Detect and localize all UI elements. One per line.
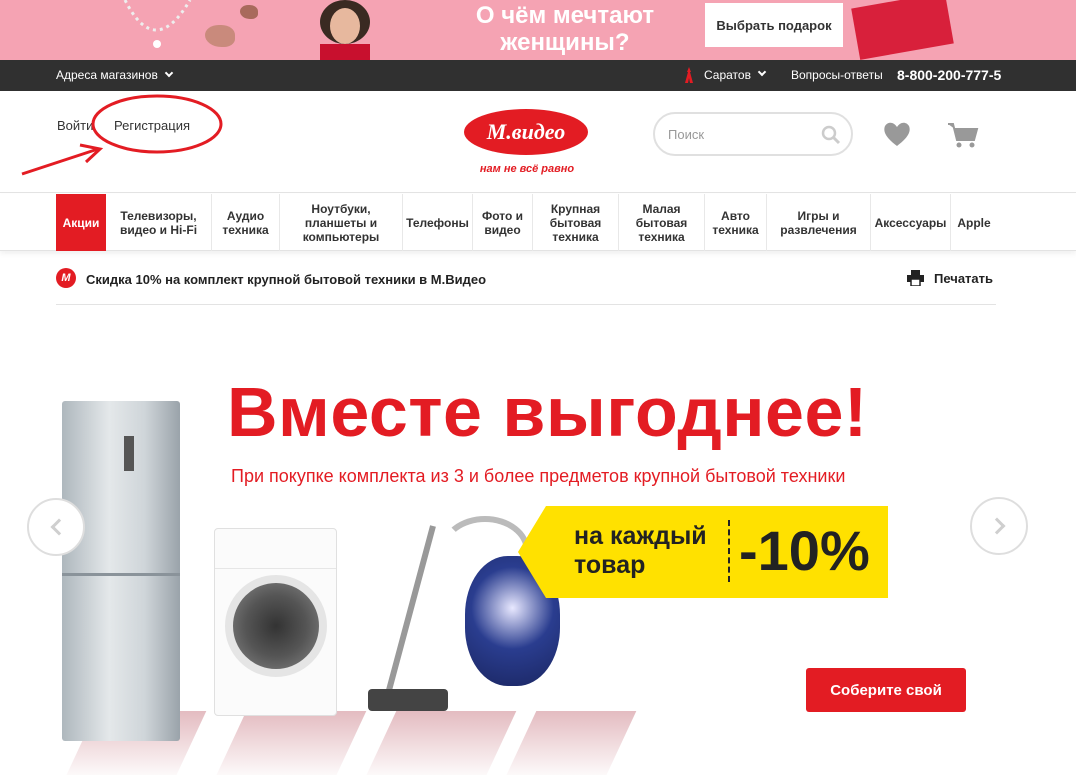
washer-door [225,575,327,677]
discount-tag-separator [728,520,730,582]
discount-tag-text: на каждый товар [574,522,707,579]
carousel-prev-button[interactable] [27,498,85,556]
category-nav: Акции Телевизоры, видео и Hi-Fi Аудио те… [0,194,1076,251]
vacuum-handle [386,525,436,691]
washing-machine-image [214,528,337,716]
nav-item-auto[interactable]: Авто техника [705,194,767,251]
light-beam-decoration [503,711,637,775]
logo-tagline: нам не всё равно [479,163,575,175]
discount-tag: на каждый товар -10% [518,506,888,598]
city-label: Саратов [704,68,751,82]
print-label: Печатать [934,270,993,286]
fridge-split [62,573,180,576]
hero-banner[interactable]: Вместе выгоднее! При покупке комплекта и… [0,306,1076,775]
red-annotation-overlay [21,94,223,176]
carousel-next-button[interactable] [970,497,1028,555]
fridge-display [124,436,134,471]
search-box[interactable] [653,112,853,156]
nav-item-small-appliances[interactable]: Малая бытовая техника [619,194,705,251]
nav-item-phones[interactable]: Телефоны [403,194,473,251]
nav-item-apple[interactable]: Apple [951,194,997,251]
nav-item-accessories[interactable]: Аксессуары [871,194,951,251]
petal-image [240,5,258,19]
discount-value: -10% [739,519,870,582]
gift-box-image [851,0,954,60]
search-input[interactable] [668,126,818,142]
kremlin-tower-icon [685,67,693,83]
chevron-down-icon [164,68,174,78]
vacuum-nozzle [368,689,448,711]
petal-image [205,25,235,47]
nav-item-audio[interactable]: Аудио техника [212,194,280,251]
nav-item-games[interactable]: Игры и развлечения [767,194,871,251]
print-button[interactable]: Печатать [907,270,993,286]
store-addresses-label: Адреса магазинов [56,68,158,82]
woman-image [320,0,370,60]
light-beam-decoration [363,711,517,775]
light-beam-decoration [213,711,367,775]
cart-icon[interactable] [947,121,979,149]
chevron-down-icon [757,67,767,77]
washer-control-panel [215,529,336,569]
nav-item-photo[interactable]: Фото и видео [473,194,533,251]
chevron-left-icon [50,518,67,536]
favorites-heart-icon[interactable] [883,121,911,147]
login-link[interactable]: Войти [57,118,93,133]
hero-subtitle: При покупке комплекта из 3 и более предм… [231,466,846,486]
hero-title: Вместе выгоднее! [227,373,868,451]
promo-banner[interactable]: О чём мечтают женщины? Выбрать подарок [0,0,1076,60]
city-selector[interactable]: Саратов [682,67,767,83]
promo-info-row: М Скидка 10% на комплект крупной бытовой… [56,263,996,305]
collect-your-set-button[interactable]: Соберите свой [806,668,966,712]
refrigerator-image [62,401,180,741]
nav-item-tv[interactable]: Телевизоры, видео и Hi-Fi [106,194,212,251]
printer-icon [907,270,925,286]
mvideo-small-logo-icon: М [56,268,76,288]
register-link[interactable]: Регистрация [114,118,190,133]
nav-item-large-appliances[interactable]: Крупная бытовая техника [533,194,619,251]
faq-link[interactable]: Вопросы-ответы [791,68,883,82]
promo-title: О чём мечтают женщины? [475,2,655,56]
promo-info-text: Скидка 10% на комплект крупной бытовой т… [86,272,487,287]
page: О чём мечтают женщины? Выбрать подарок А… [0,0,1076,775]
mvideo-logo[interactable]: М.видео [464,109,588,155]
search-icon[interactable] [821,125,841,145]
top-bar: Адреса магазинов Саратов Вопросы-ответы … [0,60,1076,91]
chevron-right-icon [988,517,1005,535]
choose-gift-button[interactable]: Выбрать подарок [705,3,843,47]
store-addresses-dropdown[interactable]: Адреса магазинов [56,68,174,82]
nav-item-promotions[interactable]: Акции [56,194,106,251]
phone-number[interactable]: 8-800-200-777-5 [897,67,1001,83]
header: Войти Регистрация М.видео нам не всё рав… [0,91,1076,193]
nav-item-laptops[interactable]: Ноутбуки, планшеты и компьютеры [280,194,403,251]
necklace-image [123,0,192,48]
